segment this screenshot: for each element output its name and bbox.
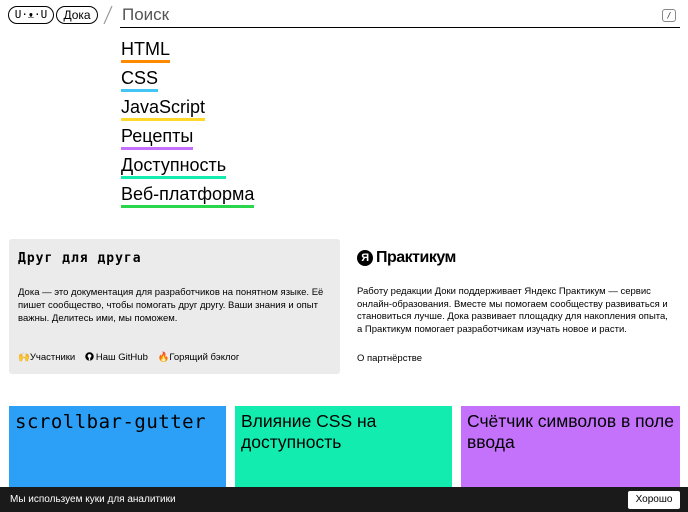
article-card-css-accessibility[interactable]: Влияние CSS на доступность xyxy=(235,406,452,488)
nav-link-recipes[interactable]: Рецепты xyxy=(121,125,254,154)
partnership-link[interactable]: О партнёрстве xyxy=(357,353,422,364)
search-shortcut-hint: / xyxy=(662,9,676,22)
fire-icon: 🔥 xyxy=(157,352,170,363)
friend-description: Дока — это документация для разработчико… xyxy=(18,287,324,324)
backlog-link[interactable]: 🔥Горящий бэклог xyxy=(158,352,240,363)
card-title: scrollbar-gutter xyxy=(15,411,207,433)
practicum-logo[interactable]: Я Практикум xyxy=(357,247,677,269)
nav-link-css[interactable]: CSS xyxy=(121,67,254,96)
cookie-message: Мы используем куки для аналитики xyxy=(10,494,176,505)
nav-link-label: CSS xyxy=(121,68,159,92)
practicum-logo-text: Практикум xyxy=(376,249,456,266)
card-title: Счётчик символов в поле ввода xyxy=(467,411,674,452)
site-header: U·ᴥ·U Дока / xyxy=(0,0,688,30)
friend-block: Друг для друга Дока — это документация д… xyxy=(9,239,340,374)
nav-link-accessibility[interactable]: Доступность xyxy=(121,154,254,183)
github-link-label: Наш GitHub xyxy=(95,352,148,363)
partner-description: Работу редакции Доки поддерживает Яндекс… xyxy=(357,286,668,335)
nav-link-javascript[interactable]: JavaScript xyxy=(121,96,254,125)
backlog-link-label: Горящий бэклог xyxy=(169,352,240,363)
main-navigation: HTML CSS JavaScript Рецепты Доступность … xyxy=(121,38,255,212)
article-card-scrollbar-gutter[interactable]: scrollbar-gutter xyxy=(9,406,226,488)
search-input[interactable] xyxy=(120,2,680,28)
raised-hands-icon: 🙌 xyxy=(18,352,30,363)
contributors-link-label: Участники xyxy=(29,352,76,363)
nav-link-html[interactable]: HTML xyxy=(121,38,254,67)
nav-link-label: HTML xyxy=(121,39,170,63)
cookie-banner: Мы используем куки для аналитики Хорошо xyxy=(0,487,688,512)
github-link[interactable]: Наш GitHub xyxy=(85,352,148,363)
nav-link-label: Рецепты xyxy=(121,126,194,150)
friend-title: Друг для друга xyxy=(18,251,142,266)
nav-link-label: Доступность xyxy=(121,155,227,179)
article-card-char-counter[interactable]: Счётчик символов в поле ввода xyxy=(461,406,680,488)
contributors-link[interactable]: 🙌Участники xyxy=(18,352,75,363)
yandex-icon: Я xyxy=(357,250,373,266)
logo-link[interactable]: U·ᴥ·U xyxy=(8,6,54,24)
nav-link-label: Веб-платформа xyxy=(121,184,255,208)
friend-links: 🙌Участники Наш GitHub 🔥Горящий бэклог xyxy=(18,352,246,363)
github-icon xyxy=(85,352,94,361)
home-link[interactable]: Дока xyxy=(56,6,98,24)
partner-block: Я Практикум Работу редакции Доки поддерж… xyxy=(357,239,677,374)
card-title: Влияние CSS на доступность xyxy=(241,411,377,452)
cookie-accept-button[interactable]: Хорошо xyxy=(628,491,680,509)
nav-link-label: JavaScript xyxy=(121,97,206,121)
breadcrumb-slash-icon xyxy=(103,5,113,25)
nav-link-web-platform[interactable]: Веб-платформа xyxy=(121,183,255,212)
